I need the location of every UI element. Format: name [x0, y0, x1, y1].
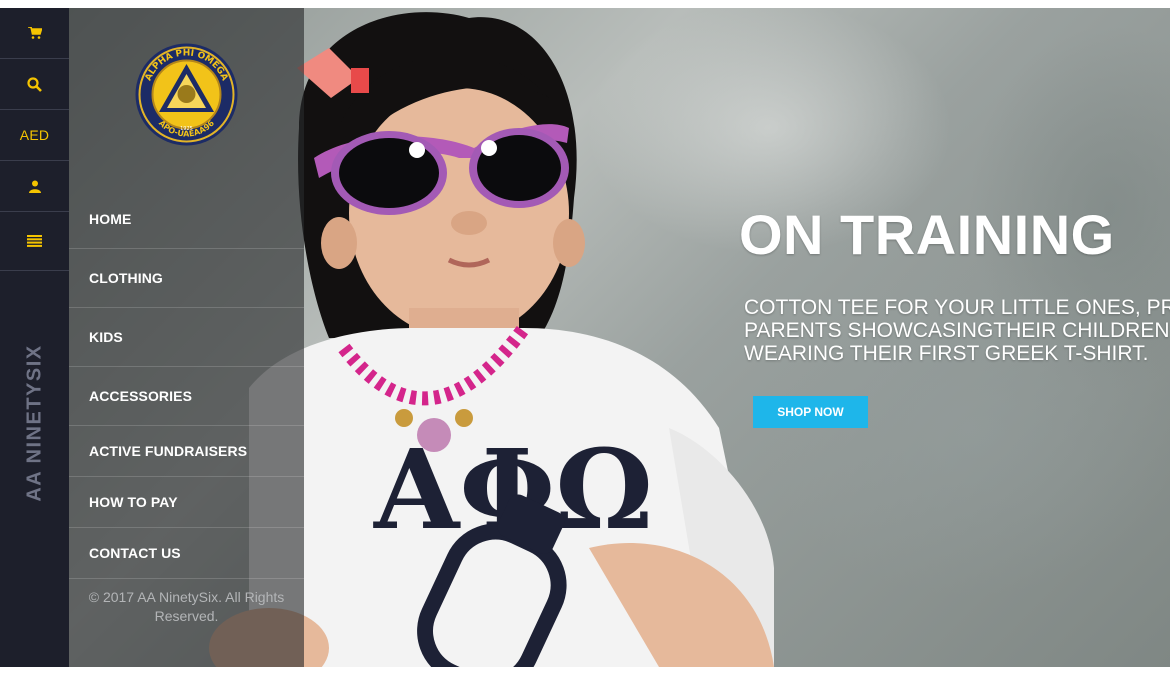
hero-subtitle-line-1: COTTON TEE FOR YOUR LITTLE ONES, PR: [744, 296, 1170, 319]
cart-icon: [27, 27, 42, 39]
brand-logo[interactable]: ALPHA PHI OMEGA APO-UAEAA96 1925: [134, 42, 239, 147]
apo-seal-logo: ALPHA PHI OMEGA APO-UAEAA96 1925: [135, 43, 238, 146]
hero-subtitle: COTTON TEE FOR YOUR LITTLE ONES, PR PARE…: [744, 296, 1170, 365]
main-nav: HOME CLOTHING KIDS ACCESSORIES ACTIVE FUNDRA…: [69, 190, 304, 579]
search-button[interactable]: [0, 59, 69, 110]
hero-title: ON TRAINING: [739, 203, 1115, 266]
nav-item-how-to-pay[interactable]: HOW TO PAY: [69, 477, 304, 528]
hero-subtitle-line-2: PARENTS SHOWCASINGTHEIR CHILDREN: [744, 319, 1170, 342]
menu-toggle-button[interactable]: [0, 212, 69, 271]
cart-button[interactable]: [0, 8, 69, 59]
nav-item-active-fundraisers[interactable]: ACTIVE FUNDRAISERS: [69, 426, 304, 477]
sidebar-menu-panel: ALPHA PHI OMEGA APO-UAEAA96 1925 HOME CLO…: [69, 8, 304, 667]
icon-rail: AED AA NINETYSIX: [0, 8, 69, 667]
hero-subtitle-line-3: WEARING THEIR FIRST GREEK T-SHIRT.: [744, 342, 1149, 365]
user-icon: [28, 180, 41, 193]
account-button[interactable]: [0, 161, 69, 212]
copyright-text: © 2017 AA NinetySix. All Rights Reserved…: [69, 588, 304, 626]
nav-item-clothing[interactable]: CLOTHING: [69, 249, 304, 308]
vertical-brand-text: AA NINETYSIX: [23, 344, 45, 502]
svg-text:1925: 1925: [180, 126, 193, 132]
menu-list-icon: [27, 235, 42, 247]
nav-item-accessories[interactable]: ACCESSORIES: [69, 367, 304, 426]
search-icon: [27, 76, 42, 92]
nav-item-kids[interactable]: KIDS: [69, 308, 304, 367]
copyright-line-2: Reserved.: [154, 608, 219, 624]
shop-now-button[interactable]: SHOP NOW: [753, 396, 868, 428]
copyright-line-1: © 2017 AA NinetySix. All Rights: [88, 589, 285, 605]
nav-item-contact-us[interactable]: CONTACT US: [69, 528, 304, 579]
currency-selector[interactable]: AED: [0, 110, 69, 161]
nav-item-home[interactable]: HOME: [69, 190, 304, 249]
vertical-brand: AA NINETYSIX: [0, 281, 69, 667]
